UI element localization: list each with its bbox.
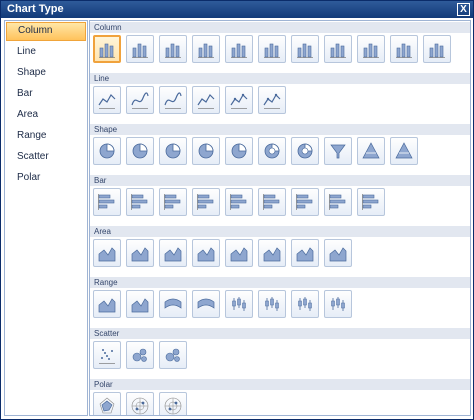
area-3d-100-stacked-icon[interactable] — [291, 239, 319, 267]
stepped-line-icon[interactable] — [159, 86, 187, 114]
scatter-icon[interactable] — [93, 341, 121, 369]
line-icon[interactable] — [93, 86, 121, 114]
area-100-stacked-icon[interactable] — [192, 239, 220, 267]
box-plot-icon[interactable] — [324, 290, 352, 318]
pyramid-icon[interactable] — [357, 137, 385, 165]
section-icons-scatter — [90, 339, 470, 378]
bar-cylinder-stacked-icon[interactable] — [324, 188, 352, 216]
chart-type-dialog: Chart Type X Column Line Shape Bar Area Range… — [0, 0, 474, 420]
cylinder-column-icon[interactable] — [324, 35, 352, 63]
pyramid-3d-icon[interactable] — [390, 137, 418, 165]
range-bar-icon[interactable] — [192, 290, 220, 318]
area-3d-stacked-icon[interactable] — [258, 239, 286, 267]
error-bar-icon[interactable] — [291, 290, 319, 318]
section-header-polar: Polar — [90, 378, 470, 390]
column-100-stacked-icon[interactable] — [159, 35, 187, 63]
section-header-column: Column — [90, 21, 470, 33]
bubble-icon[interactable] — [126, 341, 154, 369]
section-header-bar: Bar — [90, 174, 470, 186]
sidebar-item-scatter[interactable]: Scatter — [5, 147, 87, 168]
bar-3d-stacked-icon[interactable] — [225, 188, 253, 216]
funnel-icon[interactable] — [324, 137, 352, 165]
smooth-range-area-icon[interactable] — [126, 290, 154, 318]
polar-3d-icon[interactable] — [159, 392, 187, 415]
exploded-pie-3d-icon[interactable] — [225, 137, 253, 165]
area-3d-icon[interactable] — [225, 239, 253, 267]
line-3d-icon[interactable] — [192, 86, 220, 114]
dialog-title: Chart Type — [7, 3, 64, 15]
section-header-area: Area — [90, 225, 470, 237]
candlestick-icon[interactable] — [258, 290, 286, 318]
sidebar-item-shape[interactable]: Shape — [5, 63, 87, 84]
cylinder-3d-icon[interactable] — [423, 35, 451, 63]
exploded-doughnut-icon[interactable] — [291, 137, 319, 165]
column-clustered-icon[interactable] — [93, 35, 121, 63]
sidebar-item-polar[interactable]: Polar — [5, 168, 87, 189]
section-icons-area — [90, 237, 470, 276]
column-stacked-icon[interactable] — [126, 35, 154, 63]
pie-of-pie-icon[interactable] — [159, 137, 187, 165]
doughnut-icon[interactable] — [258, 137, 286, 165]
close-icon[interactable]: X — [457, 3, 470, 16]
smooth-area-icon[interactable] — [126, 239, 154, 267]
bar-cylinder-icon[interactable] — [291, 188, 319, 216]
sidebar-item-area[interactable]: Area — [5, 105, 87, 126]
section-icons-polar — [90, 390, 470, 415]
section-header-shape: Shape — [90, 123, 470, 135]
bar-clustered-icon[interactable] — [93, 188, 121, 216]
chart-category-list: Column Line Shape Bar Area Range Scatter Polar — [4, 20, 88, 416]
column-3d-icon[interactable] — [291, 35, 319, 63]
sidebar-item-bar[interactable]: Bar — [5, 84, 87, 105]
bar-stacked-icon[interactable] — [126, 188, 154, 216]
bar-3d-100-stacked-icon[interactable] — [258, 188, 286, 216]
section-icons-column — [90, 33, 470, 72]
range-area-icon[interactable] — [93, 290, 121, 318]
column-3d-stacked-icon[interactable] — [225, 35, 253, 63]
stock-icon[interactable] — [225, 290, 253, 318]
column-3d-clustered-icon[interactable] — [192, 35, 220, 63]
stacked-area-icon[interactable] — [159, 239, 187, 267]
section-header-range: Range — [90, 276, 470, 288]
bubble-3d-icon[interactable] — [159, 341, 187, 369]
pie-icon[interactable] — [93, 137, 121, 165]
bar-100-stacked-icon[interactable] — [159, 188, 187, 216]
title-bar: Chart Type X — [1, 1, 473, 18]
section-icons-shape — [90, 135, 470, 174]
exploded-pie-icon[interactable] — [126, 137, 154, 165]
radar-icon[interactable] — [93, 392, 121, 415]
chart-gallery: Column Line Shape Bar Area Range Scatter… — [89, 20, 471, 416]
section-header-scatter: Scatter — [90, 327, 470, 339]
area-3d-filled-icon[interactable] — [324, 239, 352, 267]
section-icons-range — [90, 288, 470, 327]
column-3d-100-stacked-icon[interactable] — [258, 35, 286, 63]
range-column-icon[interactable] — [159, 290, 187, 318]
section-header-line: Line — [90, 72, 470, 84]
pie-3d-icon[interactable] — [192, 137, 220, 165]
polar-icon[interactable] — [126, 392, 154, 415]
section-icons-line — [90, 84, 470, 123]
bar-cylinder-100-icon[interactable] — [357, 188, 385, 216]
sidebar-item-line[interactable]: Line — [5, 42, 87, 63]
smooth-line-icon[interactable] — [126, 86, 154, 114]
bar-3d-clustered-icon[interactable] — [192, 188, 220, 216]
sidebar-item-range[interactable]: Range — [5, 126, 87, 147]
area-icon[interactable] — [93, 239, 121, 267]
cylinder-100-stacked-icon[interactable] — [390, 35, 418, 63]
section-icons-bar — [90, 186, 470, 225]
sidebar-item-column[interactable]: Column — [6, 22, 86, 41]
line-markers-icon[interactable] — [225, 86, 253, 114]
line-markers-smooth-icon[interactable] — [258, 86, 286, 114]
cylinder-stacked-icon[interactable] — [357, 35, 385, 63]
